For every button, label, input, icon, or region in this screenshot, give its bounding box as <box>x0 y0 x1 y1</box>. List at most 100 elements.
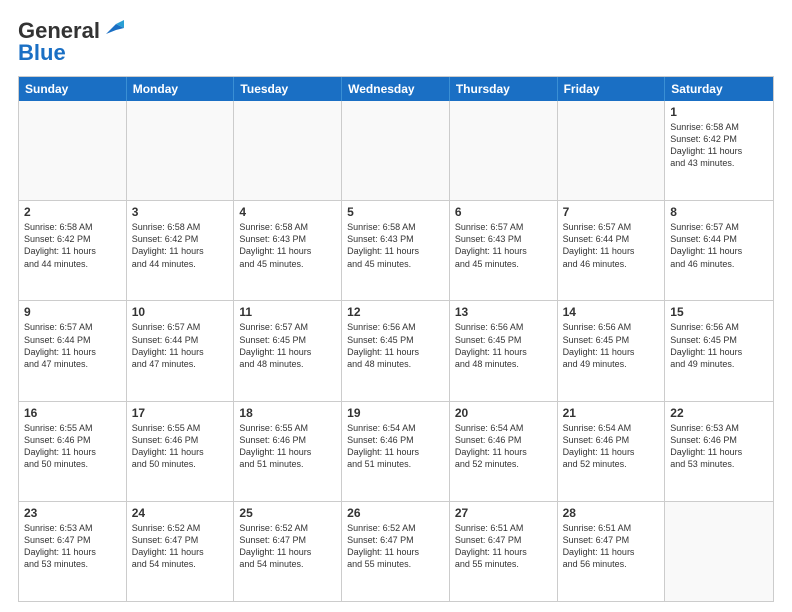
day-number: 15 <box>670 305 768 319</box>
day-headers: SundayMondayTuesdayWednesdayThursdayFrid… <box>19 77 773 101</box>
cell-info: Sunrise: 6:55 AM Sunset: 6:46 PM Dayligh… <box>239 422 336 471</box>
cell-info: Sunrise: 6:52 AM Sunset: 6:47 PM Dayligh… <box>239 522 336 571</box>
day-header-thursday: Thursday <box>450 77 558 101</box>
cell-info: Sunrise: 6:56 AM Sunset: 6:45 PM Dayligh… <box>347 321 444 370</box>
day-number: 17 <box>132 406 229 420</box>
day-header-wednesday: Wednesday <box>342 77 450 101</box>
day-number: 8 <box>670 205 768 219</box>
day-number: 18 <box>239 406 336 420</box>
page: General Blue SundayMondayTuesdayWednesda… <box>0 0 792 612</box>
day-cell-13: 13 Sunrise: 6:56 AM Sunset: 6:45 PM Dayli… <box>450 301 558 400</box>
day-number: 23 <box>24 506 121 520</box>
logo: General Blue <box>18 18 124 66</box>
cell-info: Sunrise: 6:57 AM Sunset: 6:44 PM Dayligh… <box>563 221 660 270</box>
cell-info: Sunrise: 6:51 AM Sunset: 6:47 PM Dayligh… <box>563 522 660 571</box>
day-cell-27: 27Sunrise: 6:51 AM Sunset: 6:47 PM Dayli… <box>450 502 558 601</box>
day-cell-2: 2 Sunrise: 6:58 AM Sunset: 6:42 PM Daylig… <box>19 201 127 300</box>
day-number: 21 <box>563 406 660 420</box>
cell-info: Sunrise: 6:57 AM Sunset: 6:44 PM Dayligh… <box>132 321 229 370</box>
day-cell-14: 14 Sunrise: 6:56 AM Sunset: 6:45 PM Dayli… <box>558 301 666 400</box>
day-number: 11 <box>239 305 336 319</box>
empty-cell <box>450 101 558 200</box>
day-number: 5 <box>347 205 444 219</box>
day-number: 2 <box>24 205 121 219</box>
day-number: 16 <box>24 406 121 420</box>
day-cell-1: 1Sunrise: 6:58 AM Sunset: 6:42 PM Daylig… <box>665 101 773 200</box>
cell-info: Sunrise: 6:58 AM Sunset: 6:42 PM Dayligh… <box>24 221 121 270</box>
cell-info: Sunrise: 6:56 AM Sunset: 6:45 PM Dayligh… <box>563 321 660 370</box>
day-number: 14 <box>563 305 660 319</box>
day-cell-23: 23 Sunrise: 6:53 AM Sunset: 6:47 PM Dayli… <box>19 502 127 601</box>
cell-info: Sunrise: 6:54 AM Sunset: 6:46 PM Dayligh… <box>455 422 552 471</box>
empty-cell <box>558 101 666 200</box>
day-number: 3 <box>132 205 229 219</box>
day-cell-20: 20 Sunrise: 6:54 AM Sunset: 6:46 PM Dayli… <box>450 402 558 501</box>
empty-cell <box>665 502 773 601</box>
cell-info: Sunrise: 6:58 AM Sunset: 6:43 PM Dayligh… <box>239 221 336 270</box>
day-number: 13 <box>455 305 552 319</box>
day-cell-3: 3 Sunrise: 6:58 AM Sunset: 6:42 PM Daylig… <box>127 201 235 300</box>
day-number: 19 <box>347 406 444 420</box>
day-cell-25: 25 Sunrise: 6:52 AM Sunset: 6:47 PM Dayli… <box>234 502 342 601</box>
cell-info: Sunrise: 6:58 AM Sunset: 6:43 PM Dayligh… <box>347 221 444 270</box>
day-number: 6 <box>455 205 552 219</box>
cell-info: Sunrise: 6:54 AM Sunset: 6:46 PM Dayligh… <box>347 422 444 471</box>
cell-info: Sunrise: 6:52 AM Sunset: 6:47 PM Dayligh… <box>347 522 444 571</box>
empty-cell <box>234 101 342 200</box>
day-number: 7 <box>563 205 660 219</box>
day-cell-21: 21Sunrise: 6:54 AM Sunset: 6:46 PM Dayli… <box>558 402 666 501</box>
day-cell-7: 7 Sunrise: 6:57 AM Sunset: 6:44 PM Daylig… <box>558 201 666 300</box>
calendar: SundayMondayTuesdayWednesdayThursdayFrid… <box>18 76 774 602</box>
day-number: 1 <box>670 105 768 119</box>
day-number: 12 <box>347 305 444 319</box>
day-cell-17: 17Sunrise: 6:55 AM Sunset: 6:46 PM Dayli… <box>127 402 235 501</box>
weeks: 1 Sunrise: 6:58 AM Sunset: 6:42 PM Daylig… <box>19 101 773 601</box>
day-cell-19: 19 Sunrise: 6:54 AM Sunset: 6:46 PM Dayli… <box>342 402 450 501</box>
day-number: 4 <box>239 205 336 219</box>
day-cell-18: 18 Sunrise: 6:55 AM Sunset: 6:46 PM Dayli… <box>234 402 342 501</box>
cell-info: Sunrise: 6:57 AM Sunset: 6:43 PM Dayligh… <box>455 221 552 270</box>
day-number: 24 <box>132 506 229 520</box>
day-cell-10: 10 Sunrise: 6:57 AM Sunset: 6:44 PM Dayli… <box>127 301 235 400</box>
day-cell-24: 24 Sunrise: 6:52 AM Sunset: 6:47 PM Dayli… <box>127 502 235 601</box>
day-header-friday: Friday <box>558 77 666 101</box>
header: General Blue <box>18 18 774 66</box>
day-cell-15: 15Sunrise: 6:56 AM Sunset: 6:45 PM Dayli… <box>665 301 773 400</box>
week-row-1: 2 Sunrise: 6:58 AM Sunset: 6:42 PM Daylig… <box>19 200 773 300</box>
empty-cell <box>127 101 235 200</box>
cell-info: Sunrise: 6:52 AM Sunset: 6:47 PM Dayligh… <box>132 522 229 571</box>
day-cell-11: 11 Sunrise: 6:57 AM Sunset: 6:45 PM Dayli… <box>234 301 342 400</box>
day-number: 27 <box>455 506 552 520</box>
cell-info: Sunrise: 6:53 AM Sunset: 6:46 PM Dayligh… <box>670 422 768 471</box>
cell-info: Sunrise: 6:56 AM Sunset: 6:45 PM Dayligh… <box>455 321 552 370</box>
day-number: 28 <box>563 506 660 520</box>
day-cell-12: 12 Sunrise: 6:56 AM Sunset: 6:45 PM Dayli… <box>342 301 450 400</box>
empty-cell <box>342 101 450 200</box>
week-row-3: 16 Sunrise: 6:55 AM Sunset: 6:46 PM Dayli… <box>19 401 773 501</box>
day-cell-9: 9 Sunrise: 6:57 AM Sunset: 6:44 PM Daylig… <box>19 301 127 400</box>
day-cell-22: 22Sunrise: 6:53 AM Sunset: 6:46 PM Dayli… <box>665 402 773 501</box>
day-number: 9 <box>24 305 121 319</box>
day-number: 26 <box>347 506 444 520</box>
cell-info: Sunrise: 6:57 AM Sunset: 6:44 PM Dayligh… <box>670 221 768 270</box>
cell-info: Sunrise: 6:53 AM Sunset: 6:47 PM Dayligh… <box>24 522 121 571</box>
day-header-saturday: Saturday <box>665 77 773 101</box>
week-row-2: 9 Sunrise: 6:57 AM Sunset: 6:44 PM Daylig… <box>19 300 773 400</box>
day-cell-6: 6 Sunrise: 6:57 AM Sunset: 6:43 PM Daylig… <box>450 201 558 300</box>
cell-info: Sunrise: 6:58 AM Sunset: 6:42 PM Dayligh… <box>132 221 229 270</box>
day-cell-28: 28 Sunrise: 6:51 AM Sunset: 6:47 PM Dayli… <box>558 502 666 601</box>
week-row-4: 23 Sunrise: 6:53 AM Sunset: 6:47 PM Dayli… <box>19 501 773 601</box>
day-number: 10 <box>132 305 229 319</box>
cell-info: Sunrise: 6:57 AM Sunset: 6:45 PM Dayligh… <box>239 321 336 370</box>
day-cell-4: 4 Sunrise: 6:58 AM Sunset: 6:43 PM Daylig… <box>234 201 342 300</box>
cell-info: Sunrise: 6:57 AM Sunset: 6:44 PM Dayligh… <box>24 321 121 370</box>
day-header-monday: Monday <box>127 77 235 101</box>
cell-info: Sunrise: 6:55 AM Sunset: 6:46 PM Dayligh… <box>24 422 121 471</box>
day-number: 25 <box>239 506 336 520</box>
week-row-0: 1Sunrise: 6:58 AM Sunset: 6:42 PM Daylig… <box>19 101 773 200</box>
day-cell-26: 26 Sunrise: 6:52 AM Sunset: 6:47 PM Dayli… <box>342 502 450 601</box>
day-cell-16: 16 Sunrise: 6:55 AM Sunset: 6:46 PM Dayli… <box>19 402 127 501</box>
day-number: 20 <box>455 406 552 420</box>
logo-blue: Blue <box>18 40 66 66</box>
empty-cell <box>19 101 127 200</box>
